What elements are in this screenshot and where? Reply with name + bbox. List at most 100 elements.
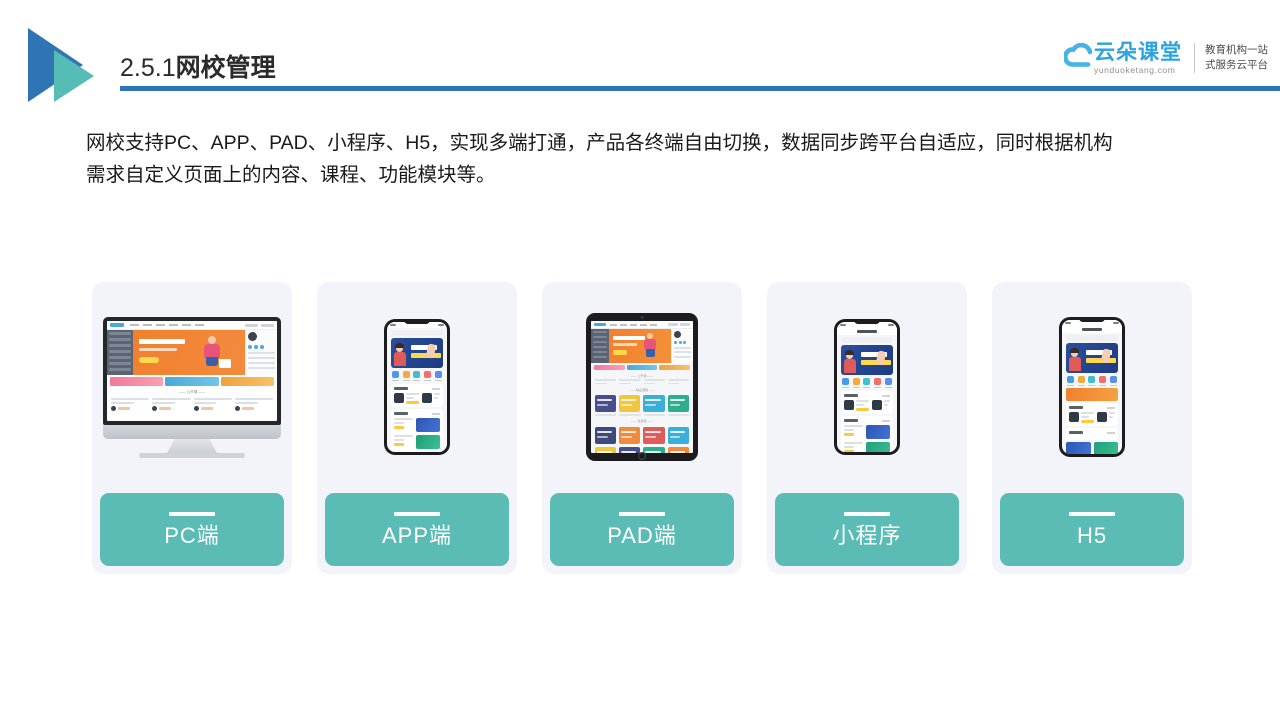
platform-card-pc[interactable]: —— 公开课 —— PC端 [92,282,292,574]
site-nav-actions [668,323,690,326]
quick-nav-icons [387,368,447,382]
course-tile [643,395,665,413]
promo-strip-banner [1066,388,1118,401]
course-tag [118,407,130,410]
avatar [248,332,257,341]
promo-tile [659,365,691,370]
tile-sub [669,435,681,438]
login-button [245,323,258,327]
section-more-link[interactable] [432,387,440,390]
platform-card-pad[interactable]: —— 公开课 —— —— 精品课程 —— —— 直播课 —— PAD端 [542,282,742,574]
tile-title [597,430,613,433]
line [667,379,689,381]
nav-icon [852,378,860,385]
section-more-link[interactable] [432,412,440,415]
course-item [111,398,150,411]
nav-icon-item [852,378,860,388]
panel-text-line [674,351,691,353]
nav-icon [391,371,399,378]
nav-icon-label [863,386,871,388]
platform-label-app[interactable]: APP端 [325,493,509,566]
section-header [1069,406,1115,409]
site-header-bar[interactable] [1066,335,1118,341]
tablet-home-button[interactable] [638,452,646,460]
quick-link-icon [674,341,677,344]
platform-label-h5[interactable]: H5 [1000,493,1184,566]
section-more-link[interactable] [1107,431,1115,434]
line [619,379,641,381]
platform-card-h5[interactable]: H5 [992,282,1192,574]
list-item-text [394,435,413,446]
device-illustration-h5 [992,282,1192,492]
course-tile [595,395,617,413]
section-more-link[interactable] [882,394,890,397]
platform-card-miniprogram[interactable]: 小程序 [767,282,967,574]
section-caption: —— 公开课 —— [178,390,206,394]
sidebar-item [109,344,131,347]
course-item [619,379,641,386]
quick-link-icon [678,341,682,344]
nav-icon-item [841,378,849,388]
course-tile [667,426,689,444]
brand-url: yunduoketang.com [1094,64,1176,75]
platform-label-pc[interactable]: PC端 [100,493,284,566]
quick-link-icon [683,341,686,344]
nav-icon-label [435,379,443,381]
figure-body [204,344,220,358]
featured-items [394,393,440,404]
list-item-thumbnail [416,418,440,432]
brand-text-block: 云朵课堂 yunduoketang.com [1094,42,1182,75]
brand-tagline: 教育机构一站 式服务云平台 [1205,43,1268,73]
platform-label-pad[interactable]: PAD端 [550,493,734,566]
featured-item [422,393,440,404]
line [856,404,864,406]
search-input[interactable] [841,337,893,343]
nav-link [195,323,204,327]
platform-label-miniprogram[interactable]: 小程序 [775,493,959,566]
nav-icon [1110,376,1118,383]
quick-link-icon [254,345,258,349]
section-caption: —— 精品课程 —— [629,387,655,392]
featured-item [1069,412,1094,423]
course-item [234,398,273,411]
label-dash [394,512,440,516]
status-icons [1113,322,1119,324]
course-sub-line [193,402,217,404]
search-input[interactable] [391,330,443,336]
tile-title [597,450,613,453]
smartphone-icon [1059,317,1125,457]
price-tag [856,408,869,411]
featured-item [872,400,890,411]
sidebar-item [109,362,131,365]
device-illustration-app [317,282,517,492]
panel-quick-links [248,345,275,349]
site-hero-section [591,329,693,363]
tablet-screen: —— 公开课 —— —— 精品课程 —— —— 直播课 —— [591,321,693,453]
promo-card [1066,442,1091,454]
platform-label-text: 小程序 [832,523,902,548]
line [394,439,405,441]
section-title [844,394,858,397]
section-caption: —— 公开课 —— [630,373,654,378]
list-item [394,435,440,449]
nav-icon [402,371,410,378]
nav-icon [885,378,893,385]
nav-icon-label [874,386,882,388]
teacher-avatar-icon [111,406,116,411]
featured-item [1097,412,1115,423]
course-sub-line [234,402,258,404]
nav-icon [874,378,882,385]
course-item [667,379,689,386]
site-nav-actions [245,323,274,327]
section-more-link[interactable] [1107,406,1115,409]
platform-card-app[interactable]: APP端 [317,282,517,574]
course-tile [619,446,641,453]
login-button [668,323,678,326]
site-logo-icon [110,323,124,327]
featured-item [394,393,419,404]
list-item-text [394,418,413,429]
device-illustration-desktop: —— 公开课 —— [92,282,292,492]
section-more-link[interactable] [882,419,890,422]
hero-cta-button [613,350,627,355]
platform-label-text: PAD端 [607,523,677,548]
